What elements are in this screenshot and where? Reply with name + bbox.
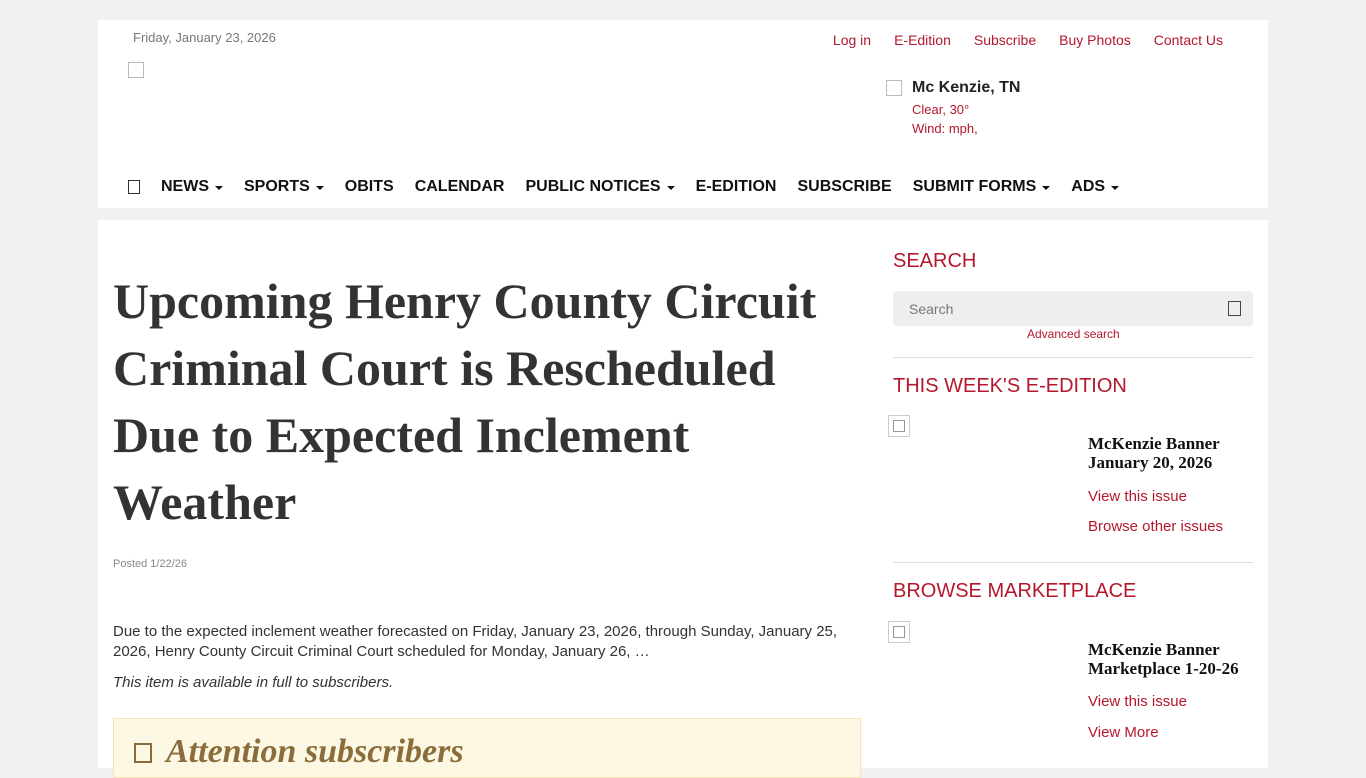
divider <box>893 357 1253 358</box>
current-date: Friday, January 23, 2026 <box>133 30 276 45</box>
main-nav: NEWS SPORTS OBITS CALENDAR PUBLIC NOTICE… <box>128 178 1140 196</box>
caret-down-icon <box>315 186 324 190</box>
buy-photos-link[interactable]: Buy Photos <box>1059 32 1131 48</box>
attention-box: Attention subscribers <box>113 718 861 778</box>
eedition-thumbnail[interactable] <box>888 415 910 437</box>
posted-date: Posted 1/22/26 <box>113 558 188 570</box>
weather-condition: Clear, 30° <box>912 102 970 117</box>
article-body: Due to the expected inclement weather fo… <box>113 623 838 660</box>
marketplace-thumbnail[interactable] <box>888 621 910 643</box>
nav-news[interactable]: NEWS <box>161 178 223 196</box>
weather-icon <box>886 80 902 96</box>
eedition-heading: THIS WEEK'S E-EDITION <box>893 375 1127 397</box>
subscribe-link[interactable]: Subscribe <box>974 32 1036 48</box>
subscriber-note: This item is available in full to subscr… <box>113 674 394 691</box>
nav-subscribe[interactable]: SUBSCRIBE <box>797 178 891 196</box>
nav-sports[interactable]: SPORTS <box>244 178 324 196</box>
attention-icon <box>134 743 152 763</box>
view-marketplace-issue-link[interactable]: View this issue <box>1088 693 1187 710</box>
nav-news-label: NEWS <box>161 178 209 195</box>
site-header: Friday, January 23, 2026 Log in E-Editio… <box>98 20 1268 208</box>
view-more-link[interactable]: View More <box>1088 724 1159 741</box>
browse-issues-link[interactable]: Browse other issues <box>1088 518 1223 535</box>
article-headline: Upcoming Henry County Circuit Criminal C… <box>113 273 817 530</box>
nav-ads-label: ADS <box>1071 178 1106 195</box>
divider <box>893 562 1253 563</box>
login-link[interactable]: Log in <box>833 32 871 48</box>
nav-eedition[interactable]: E-EDITION <box>696 178 777 196</box>
nav-ads[interactable]: ADS <box>1071 178 1120 196</box>
nav-obits[interactable]: OBITS <box>345 178 394 196</box>
nav-sports-label: SPORTS <box>244 178 310 195</box>
caret-down-icon <box>1042 186 1051 190</box>
nav-public-notices[interactable]: PUBLIC NOTICES <box>525 178 675 196</box>
caret-down-icon <box>666 186 675 190</box>
view-issue-link[interactable]: View this issue <box>1088 488 1187 505</box>
marketplace-heading: BROWSE MARKETPLACE <box>893 580 1137 602</box>
main-content: Upcoming Henry County Circuit Criminal C… <box>98 220 1268 778</box>
advanced-search-link[interactable]: Advanced search <box>1027 327 1120 341</box>
caret-down-icon <box>1111 186 1120 190</box>
caret-down-icon <box>215 186 223 190</box>
search-input[interactable] <box>893 291 1213 326</box>
home-icon[interactable] <box>128 180 140 194</box>
nav-submit-forms-label: SUBMIT FORMS <box>912 178 1037 195</box>
search-box <box>893 291 1253 326</box>
weather-location: Mc Kenzie, TN <box>912 79 1021 96</box>
eedition-title[interactable]: McKenzie Banner January 20, 2026 <box>1088 434 1253 472</box>
nav-calendar[interactable]: CALENDAR <box>415 178 505 196</box>
top-links: Log in E-Edition Subscribe Buy Photos Co… <box>833 32 1223 48</box>
weather-wind: Wind: mph, <box>912 121 978 136</box>
search-icon[interactable] <box>1228 301 1241 316</box>
attention-title: Attention subscribers <box>166 733 464 770</box>
search-heading: SEARCH <box>893 250 977 272</box>
contact-us-link[interactable]: Contact Us <box>1154 32 1223 48</box>
nav-public-notices-label: PUBLIC NOTICES <box>525 178 661 195</box>
marketplace-title[interactable]: McKenzie Banner Marketplace 1-20-26 <box>1088 640 1253 678</box>
site-logo[interactable] <box>128 62 144 78</box>
eedition-link[interactable]: E-Edition <box>894 32 951 48</box>
nav-submit-forms[interactable]: SUBMIT FORMS <box>913 178 1051 196</box>
